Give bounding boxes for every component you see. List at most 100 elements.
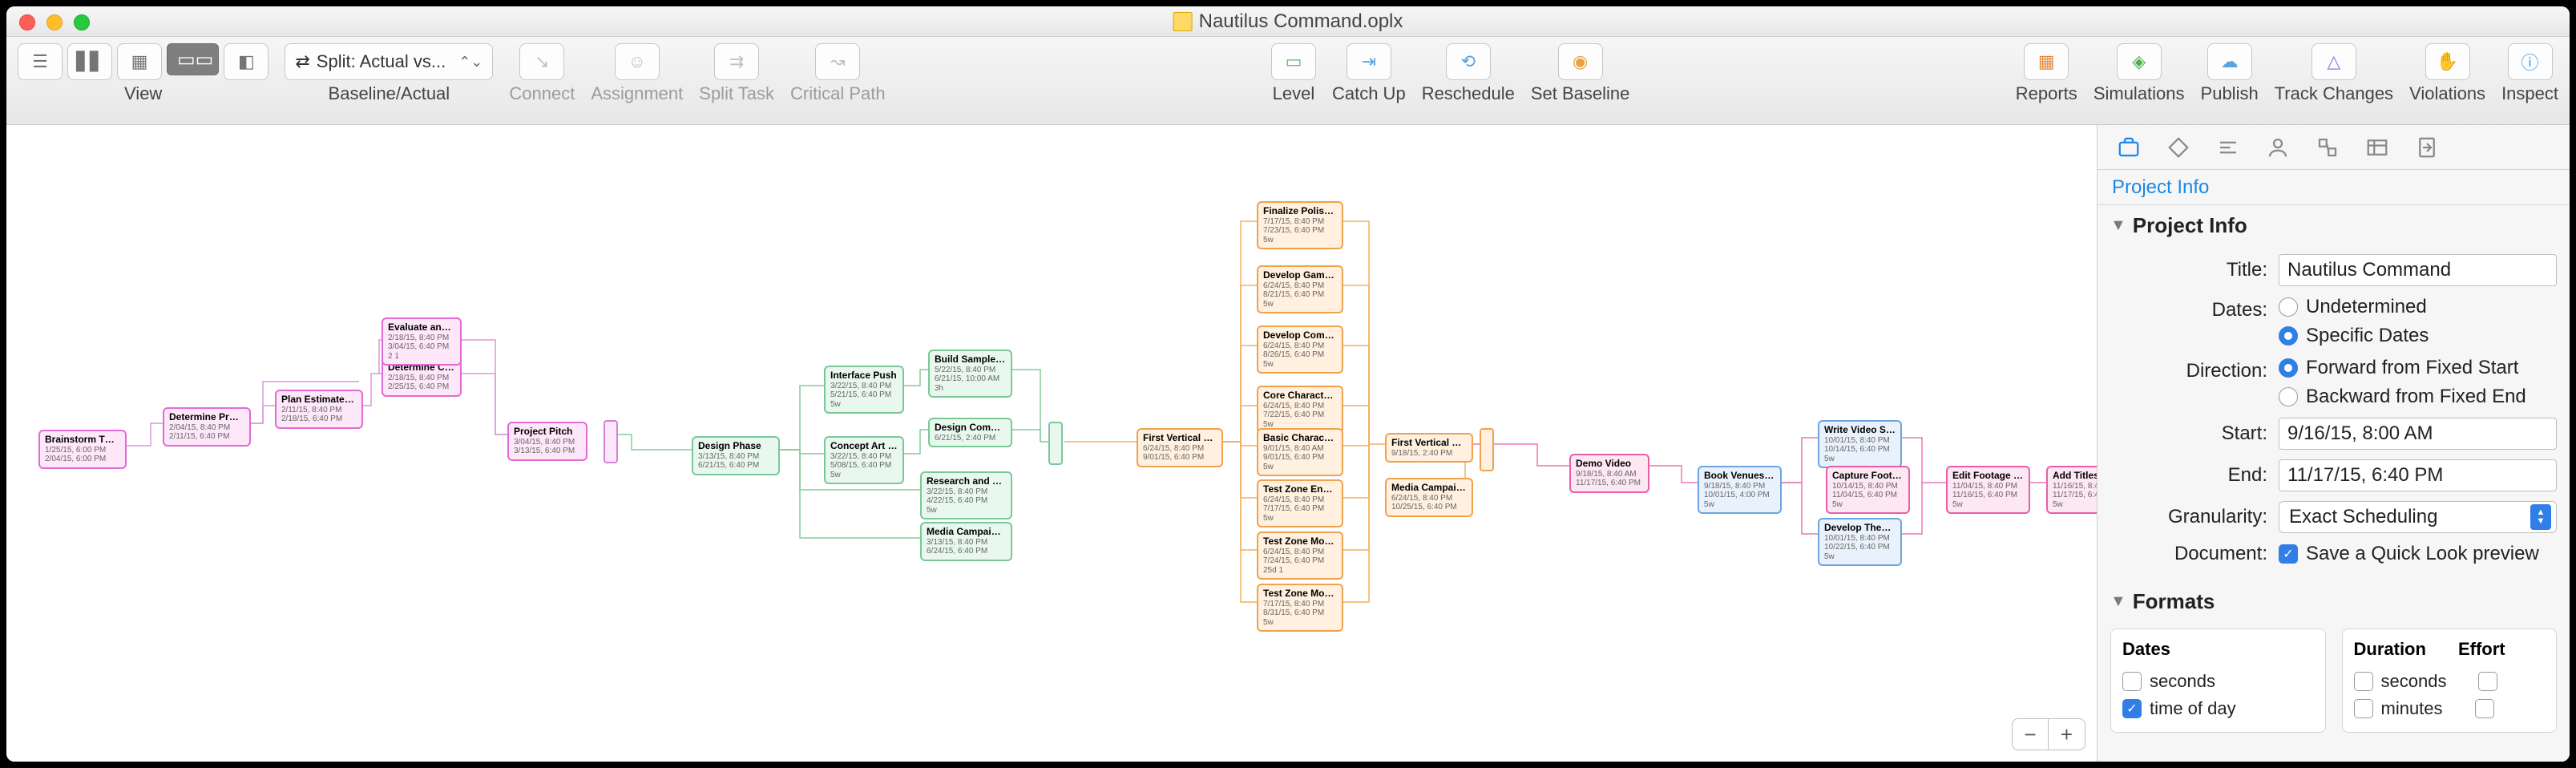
formats-duration-seconds[interactable]: seconds <box>2354 668 2546 695</box>
formats-dates-heading: Dates <box>2122 639 2314 660</box>
task-book-venues[interactable]: Book Venues for Video ...9/18/15, 8:40 P… <box>1698 466 1782 514</box>
task-project-pitch[interactable]: Project Pitch3/04/15, 8:40 PM3/13/15, 6:… <box>507 422 587 461</box>
catch-up-button[interactable]: ⇥ <box>1347 43 1391 80</box>
dates-undetermined-radio[interactable]: Undetermined <box>2279 296 2429 318</box>
view-resource-button[interactable]: ▋▋ <box>67 43 112 80</box>
reports-button[interactable]: ▦ <box>2024 43 2069 80</box>
task-core-character-art[interactable]: Core Character Art ...6/24/15, 8:40 PM7/… <box>1257 386 1343 434</box>
connect-button[interactable]: ↘ <box>519 43 564 80</box>
close-window-button[interactable] <box>19 14 35 30</box>
view-label: View <box>124 83 162 104</box>
violations-button[interactable]: ✋ <box>2425 43 2470 80</box>
task-design-phase[interactable]: Design Phase3/13/15, 8:40 PM6/21/15, 6:4… <box>692 436 780 475</box>
formats-header[interactable]: ▼Formats <box>2098 581 2570 622</box>
start-input[interactable] <box>2279 418 2557 450</box>
task-add-titles[interactable]: Add Titles and Narratio...11/16/15, 8:40… <box>2046 466 2097 514</box>
direction-forward-radio[interactable]: Forward from Fixed Start <box>2279 357 2526 379</box>
task-develop-game-flow[interactable]: Develop Game Flow fo...6/24/15, 8:40 PM8… <box>1257 265 1343 313</box>
end-input[interactable] <box>2279 459 2557 491</box>
set-baseline-button[interactable]: ◉ <box>1558 43 1603 80</box>
critical-path-button[interactable]: ↝ <box>815 43 860 80</box>
formats-dates-seconds[interactable]: seconds <box>2122 668 2314 695</box>
task-edit-footage[interactable]: Edit Footage to Theme ...11/04/15, 8:40 … <box>1946 466 2030 514</box>
publish-label: Publish <box>2201 83 2259 104</box>
direction-label: Direction: <box>2110 357 2267 382</box>
view-gantt-button[interactable]: ☰ <box>18 43 63 80</box>
inspector-label: Inspect <box>2501 83 2558 104</box>
task-build-sample[interactable]: Build Sample In-Engine...5/22/15, 8:40 P… <box>928 350 1012 398</box>
start-label: Start: <box>2110 422 2267 445</box>
inspector-tab-project[interactable] <box>2114 132 2144 163</box>
inspector-tab-milestones[interactable] <box>2163 132 2194 163</box>
task-fvs-complete[interactable]: First Vertical Slice Com...9/18/15, 2:40… <box>1385 433 1473 463</box>
formats-duration-minutes[interactable]: minutes <box>2354 695 2546 722</box>
milestone-design[interactable] <box>1048 422 1063 465</box>
task-brainstorm[interactable]: Brainstorm Themes, A...1/25/15, 6:00 PM2… <box>38 430 127 469</box>
task-basic-char-anim[interactable]: Basic Character Anima...9/01/15, 8:40 AM… <box>1257 428 1343 476</box>
select-arrows-icon: ▲▼ <box>2530 504 2551 530</box>
inspector-button[interactable]: ⓘ <box>2508 43 2553 80</box>
task-test-zone-monster-anim[interactable]: Test Zone Monster Ani...7/17/15, 8:40 PM… <box>1257 584 1343 632</box>
task-media-campaign-2[interactable]: Media Campaign Phas...6/24/15, 8:40 PM10… <box>1385 478 1473 517</box>
assignment-button[interactable]: ☺ <box>615 43 660 80</box>
level-button[interactable]: ▭ <box>1271 43 1316 80</box>
task-plan-estimate[interactable]: Plan Estimated Projec...2/11/15, 8:40 PM… <box>275 390 363 429</box>
task-test-zone-env[interactable]: Test Zone Environment...6/24/15, 8:40 PM… <box>1257 479 1343 527</box>
simulations-button[interactable]: ◈ <box>2117 43 2162 80</box>
zoom-out-button[interactable]: − <box>2012 718 2049 750</box>
task-evaluate-select[interactable]: Evaluate and Select Mi...2/18/15, 8:40 P… <box>382 317 462 366</box>
task-capture-footage[interactable]: Capture Footage from ...10/14/15, 8:40 P… <box>1826 466 1910 514</box>
inspector-tab-resources[interactable] <box>2263 132 2293 163</box>
milestone-pitch[interactable] <box>604 420 618 463</box>
task-design-complete[interactable]: Design Complete6/21/15, 2:40 PM <box>928 418 1012 447</box>
view-styles-button[interactable]: ◧ <box>224 43 269 80</box>
task-write-video-script[interactable]: Write Video Script10/01/15, 8:40 PM10/14… <box>1818 420 1902 468</box>
inspector-tab-custom[interactable] <box>2362 132 2392 163</box>
split-selector-value: Split: Actual vs... <box>317 51 446 72</box>
document-quicklook-checkbox[interactable]: Save a Quick Look preview <box>2279 543 2539 565</box>
formats-duration-heading: Duration <box>2354 639 2426 660</box>
granularity-select[interactable]: Exact Scheduling ▲▼ <box>2279 501 2557 533</box>
inspector-breadcrumb[interactable]: Project Info <box>2098 170 2570 205</box>
view-calendar-button[interactable]: ▦ <box>117 43 162 80</box>
set-baseline-label: Set Baseline <box>1531 83 1630 104</box>
task-determine-scope[interactable]: Determine Project Scope2/04/15, 8:40 PM2… <box>163 407 251 447</box>
network-canvas[interactable]: Brainstorm Themes, A...1/25/15, 6:00 PM2… <box>6 125 2097 762</box>
direction-backward-radio[interactable]: Backward from Fixed End <box>2279 386 2526 408</box>
task-test-zone-monster[interactable]: Test Zone Monster Art...6/24/15, 8:40 PM… <box>1257 532 1343 580</box>
baseline-split-selector[interactable]: ⇄Split: Actual vs... ⌃⌄ <box>285 43 493 80</box>
task-first-vertical-slice[interactable]: First Vertical Slice6/24/15, 8:40 PM9/01… <box>1137 428 1223 467</box>
publish-button[interactable]: ☁ <box>2207 43 2252 80</box>
zoom-window-button[interactable] <box>74 14 90 30</box>
inspector-tab-export[interactable] <box>2412 132 2442 163</box>
split-task-button[interactable]: ⇉ <box>714 43 759 80</box>
task-develop-combat[interactable]: Develop Combat Engin...6/24/15, 8:40 PM8… <box>1257 325 1343 374</box>
project-info-title: Project Info <box>2133 213 2247 238</box>
task-demo-video[interactable]: Demo Video9/18/15, 8:40 AM11/17/15, 6:40… <box>1569 454 1649 493</box>
project-info-header[interactable]: ▼Project Info <box>2098 205 2570 246</box>
formats-dates-box: Dates seconds time of day <box>2110 629 2326 733</box>
zoom-in-button[interactable]: + <box>2049 718 2085 750</box>
reschedule-button[interactable]: ⟲ <box>1446 43 1491 80</box>
track-changes-label: Track Changes <box>2275 83 2393 104</box>
title-label: Title: <box>2110 259 2267 281</box>
dates-specific-radio[interactable]: Specific Dates <box>2279 325 2429 347</box>
formats-dates-timeofday[interactable]: time of day <box>2122 695 2314 722</box>
milestone-fvs[interactable] <box>1480 428 1494 471</box>
title-input[interactable] <box>2279 254 2557 286</box>
task-concept-art[interactable]: Concept Art Push3/22/15, 8:40 PM5/08/15,… <box>824 436 904 484</box>
task-media-campaign-1[interactable]: Media Campaign Phas...3/13/15, 8:40 PM6/… <box>920 522 1012 561</box>
inspector-tab-tasks[interactable] <box>2213 132 2243 163</box>
view-network-button[interactable]: ▭▭ <box>167 43 219 75</box>
assignment-label: Assignment <box>591 83 683 104</box>
reports-label: Reports <box>2016 83 2077 104</box>
track-changes-button[interactable]: △ <box>2312 43 2356 80</box>
minimize-window-button[interactable] <box>46 14 63 30</box>
task-interface-push[interactable]: Interface Push3/22/15, 8:40 PM5/21/15, 6… <box>824 366 904 414</box>
end-label: End: <box>2110 464 2267 487</box>
content-area: Brainstorm Themes, A...1/25/15, 6:00 PM2… <box>6 125 2570 762</box>
task-finalize-polish[interactable]: Finalize Polish Pass ...7/17/15, 8:40 PM… <box>1257 201 1343 249</box>
inspector-tab-styles[interactable] <box>2312 132 2343 163</box>
task-develop-theme-music[interactable]: Develop Theme Music ...10/01/15, 8:40 PM… <box>1818 518 1902 566</box>
task-research-evaluate[interactable]: Research and Evaluate ...3/22/15, 8:40 P… <box>920 471 1012 519</box>
